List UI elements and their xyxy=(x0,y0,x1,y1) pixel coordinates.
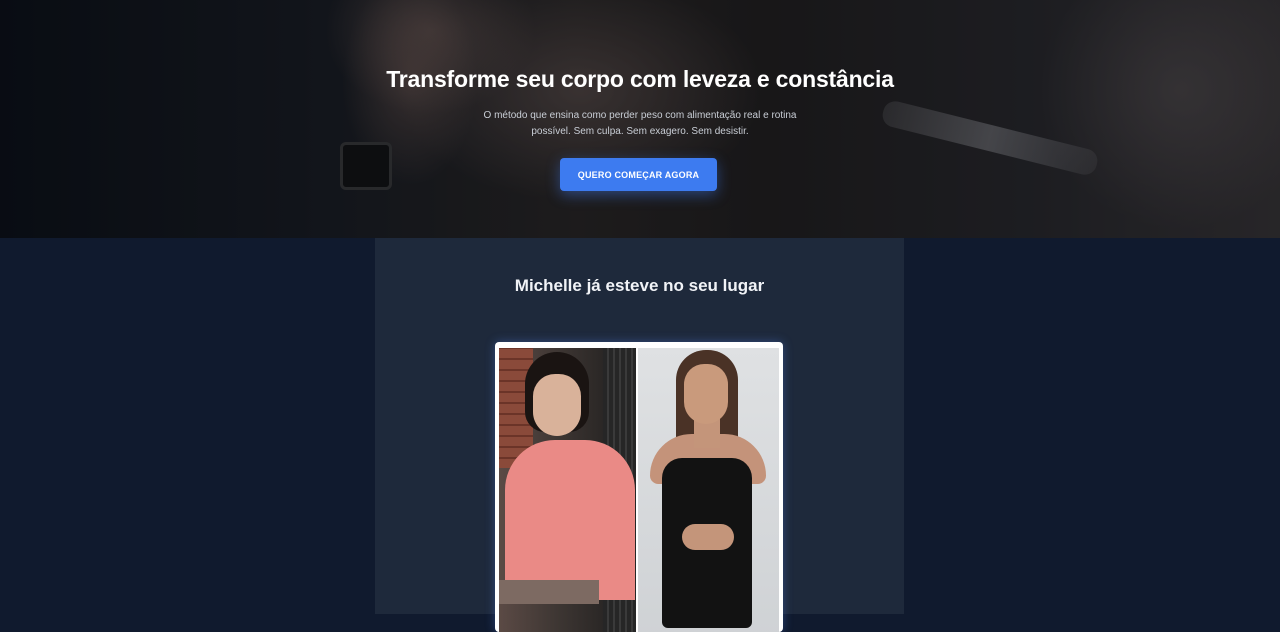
before-photo-blouse xyxy=(505,440,635,600)
after-photo-face xyxy=(684,364,728,424)
before-after-photo xyxy=(495,342,783,632)
testimonial-panel: Michelle já esteve no seu lugar xyxy=(375,238,904,632)
before-photo-table xyxy=(499,580,599,604)
hero-content: Transforme seu corpo com leveza e constâ… xyxy=(0,0,1280,238)
start-now-button[interactable]: QUERO COMEÇAR AGORA xyxy=(560,158,717,191)
hero-subtitle: O método que ensina como perder peso com… xyxy=(483,110,797,137)
after-photo-hands xyxy=(682,524,734,550)
hero-title: Transforme seu corpo com leveza e constâ… xyxy=(386,66,894,92)
testimonial-section: Michelle já esteve no seu lugar xyxy=(0,238,1280,632)
testimonial-title: Michelle já esteve no seu lugar xyxy=(514,276,765,295)
hero-section: Transforme seu corpo com leveza e constâ… xyxy=(0,0,1280,238)
before-photo xyxy=(499,348,636,632)
before-photo-face xyxy=(533,374,581,436)
after-photo xyxy=(638,348,779,632)
